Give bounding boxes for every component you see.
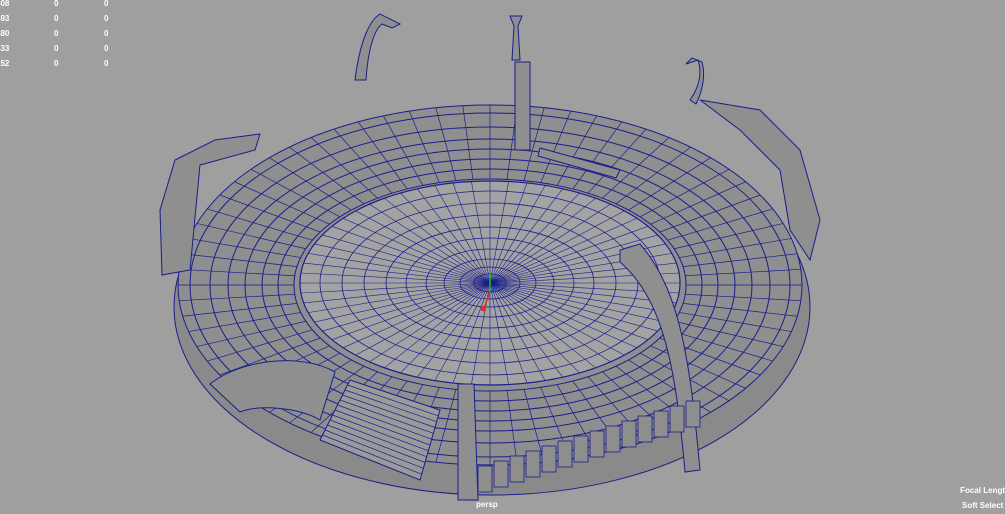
- front-wall-panel: [477, 465, 493, 493]
- mesh-wireframe: [159, 13, 821, 501]
- x-axis-handle-icon[interactable]: [481, 306, 486, 311]
- lamp-post-back: [509, 15, 523, 61]
- lamp-post-left: [354, 13, 402, 81]
- back-entrance-wall: [514, 61, 531, 151]
- front-wall-panel: [605, 425, 621, 453]
- perspective-viewport[interactable]: 508 0 0 493 0 0 380 0 0 433 0 0 152 0 0: [0, 0, 1005, 514]
- front-wall-panel: [509, 455, 525, 483]
- arena-wireframe-model[interactable]: [0, 0, 1005, 514]
- soft-select-label: Soft Select: [962, 501, 1004, 510]
- front-pillar: [457, 383, 479, 501]
- front-wall-panel: [637, 415, 653, 443]
- front-wall-panel: [621, 420, 637, 448]
- front-wall-panel: [557, 440, 573, 468]
- front-wall-panel: [573, 435, 589, 463]
- front-wall-panel: [493, 460, 509, 488]
- focal-length-label: Focal Lengt: [960, 486, 1005, 495]
- front-wall-panel: [653, 410, 669, 438]
- camera-name-label: persp: [476, 500, 498, 509]
- front-wall-panel: [541, 445, 557, 473]
- front-wall-panel: [589, 430, 605, 458]
- front-wall-panel: [525, 450, 541, 478]
- lamp-post-right: [685, 57, 705, 105]
- front-wall-panel: [669, 405, 685, 433]
- front-wall-panel: [685, 400, 701, 428]
